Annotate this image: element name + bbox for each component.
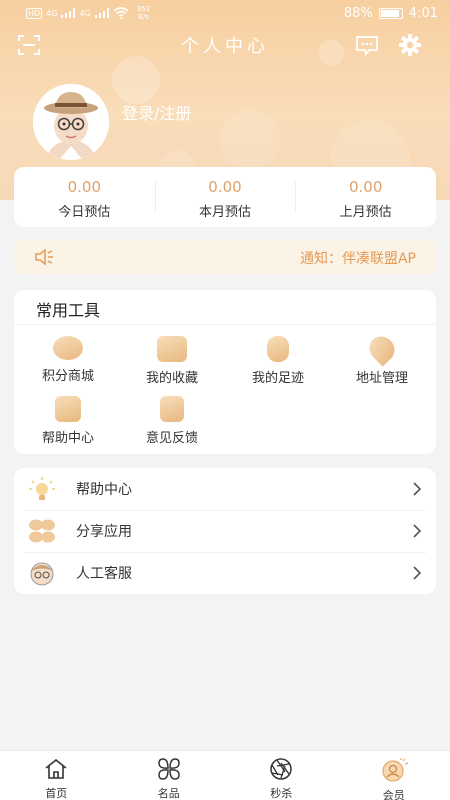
page-title: 个人中心 <box>181 36 269 57</box>
gear-icon[interactable] <box>399 34 423 56</box>
piggy-bank-icon <box>53 336 83 360</box>
stat-this-month[interactable]: 0.00 本月预估 <box>154 167 296 227</box>
tool-address-manage[interactable]: 地址管理 <box>334 331 430 386</box>
speaker-icon <box>35 248 53 266</box>
signal-label-1: 4G <box>46 8 58 18</box>
tool-label: 积分商城 <box>41 369 94 384</box>
hd-indicator: HD <box>26 7 43 19</box>
tab-member[interactable]: 会员 <box>338 751 450 800</box>
help-box-icon <box>55 396 81 422</box>
stat-value: 0.00 <box>208 178 242 196</box>
menu-label: 分享应用 <box>76 524 132 540</box>
tab-label: 秒杀 <box>270 787 293 800</box>
stat-value: 0.00 <box>67 178 102 196</box>
menu-label: 帮助中心 <box>76 482 132 498</box>
signal-label-2: 4G <box>79 8 91 18</box>
message-icon[interactable] <box>355 34 379 57</box>
stat-today[interactable]: 0.00 今日预估 <box>14 167 155 227</box>
wifi-icon <box>113 7 129 19</box>
tab-flash-sale[interactable]: 秒杀 <box>225 751 338 800</box>
tab-brands[interactable]: 名品 <box>113 751 226 800</box>
notice-bar[interactable]: 通知：伴凑联盟AP <box>14 240 436 274</box>
tab-home[interactable]: 首页 <box>0 751 113 800</box>
location-pin-icon <box>364 331 400 367</box>
menu-label: 人工客服 <box>76 566 132 582</box>
home-icon <box>45 758 67 779</box>
stat-last-month[interactable]: 0.00 上月预估 <box>295 167 436 227</box>
tab-label: 名品 <box>157 787 180 800</box>
tool-label: 意见反馈 <box>145 431 198 446</box>
bottom-tab-bar: 首页 名品 秒杀 会员 <box>0 750 450 800</box>
chevron-right-icon <box>413 482 422 496</box>
chevron-right-icon <box>413 524 422 538</box>
menu-item-help-center[interactable]: 帮助中心 <box>14 468 436 510</box>
clover-share-icon <box>29 519 55 543</box>
tool-label: 我的足迹 <box>251 371 304 386</box>
tool-points-mall[interactable]: 积分商城 <box>20 336 116 384</box>
menu-list-card: 帮助中心 分享应用 人工客服 <box>14 468 436 594</box>
tab-label: 首页 <box>45 787 68 800</box>
lightbulb-icon <box>29 477 55 500</box>
avatar[interactable] <box>33 84 109 160</box>
stat-label: 今日预估 <box>58 205 111 220</box>
feedback-icon <box>160 396 184 422</box>
menu-item-share-app[interactable]: 分享应用 <box>14 510 436 552</box>
network-speed: 352 B/s <box>136 5 151 21</box>
tool-help-center[interactable]: 帮助中心 <box>20 396 116 446</box>
earnings-stats-card: 0.00 今日预估 0.00 本月预估 0.00 上月预估 <box>14 167 436 227</box>
chevron-right-icon <box>413 566 422 580</box>
battery-percent: 88% <box>343 5 373 21</box>
footprint-icon <box>267 336 289 362</box>
tool-feedback[interactable]: 意见反馈 <box>124 396 220 446</box>
stat-label: 上月预估 <box>339 205 392 220</box>
stat-label: 本月预估 <box>199 205 252 220</box>
section-title: 常用工具 <box>36 301 101 320</box>
aperture-icon <box>270 758 292 780</box>
service-avatar-icon <box>30 562 54 586</box>
clock: 4:01 <box>408 5 438 21</box>
folder-icon <box>157 336 187 362</box>
tab-label: 会员 <box>382 789 405 800</box>
tool-label: 地址管理 <box>355 371 408 386</box>
tool-favorites[interactable]: 我的收藏 <box>124 336 220 386</box>
member-icon <box>382 758 408 782</box>
grid-flower-icon <box>157 758 180 780</box>
title-bar: 个人中心 <box>0 26 450 64</box>
battery-icon <box>378 7 403 19</box>
status-bar: HD 4G 4G 352 B/s 88% 4:01 <box>0 0 450 26</box>
tool-footprints[interactable]: 我的足迹 <box>230 336 326 386</box>
tool-label: 帮助中心 <box>41 431 94 446</box>
common-tools-card: 常用工具 积分商城 我的收藏 我的足迹 地址管理 帮助中心 意见反馈 <box>14 290 436 454</box>
signal-icon <box>94 8 109 18</box>
login-register-link[interactable]: 登录/注册 <box>122 100 191 124</box>
notice-text: 通知：伴凑联盟AP <box>299 251 416 267</box>
signal-icon <box>61 8 76 18</box>
menu-item-customer-service[interactable]: 人工客服 <box>14 552 436 594</box>
stat-value: 0.00 <box>348 178 383 196</box>
tool-label: 我的收藏 <box>145 371 198 386</box>
